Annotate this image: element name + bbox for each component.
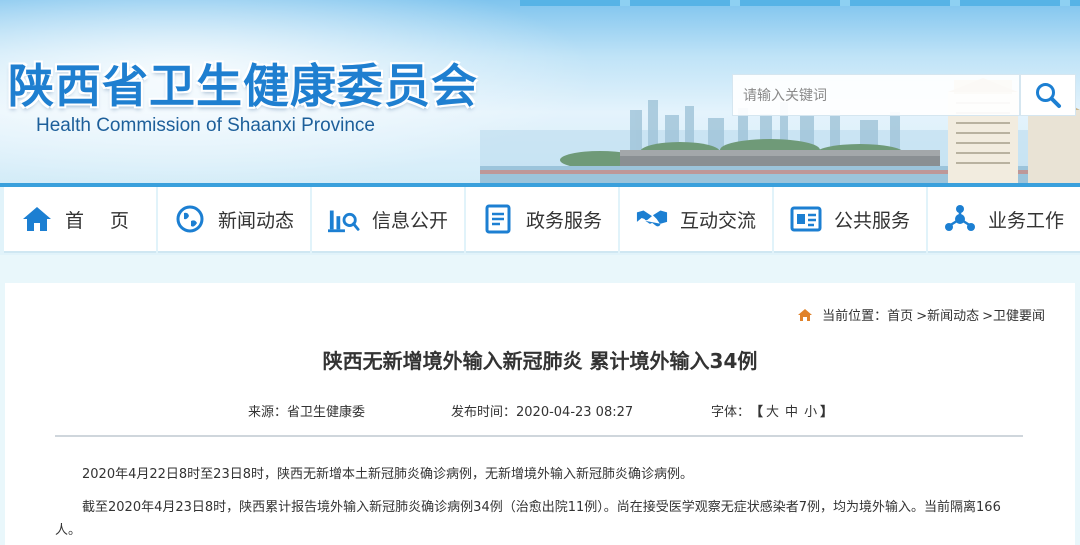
article-publish-time: 发布时间：2020-04-23 08:27 (451, 405, 634, 420)
nav-item-business-work[interactable]: 业务工作 (928, 187, 1080, 253)
nav-label: 互动交流 (679, 209, 756, 232)
breadcrumb: 当前位置： 首页 >新闻动态 >卫健要闻 (798, 305, 1045, 324)
font-size-controls: 字体： 【 大 中 小 】 (711, 401, 833, 420)
id-card-icon (790, 203, 822, 235)
nav-item-news[interactable]: 新闻动态 (158, 187, 310, 253)
nav-item-government-services[interactable]: 政务服务 (466, 187, 618, 253)
nav-item-info-disclosure[interactable]: 信息公开 (312, 187, 464, 253)
search-icon (1036, 83, 1061, 108)
font-size-large-button[interactable]: 大 (766, 401, 779, 420)
breadcrumb-home-link[interactable]: 首页 (887, 305, 913, 324)
title-divider (55, 435, 1023, 437)
breadcrumb-prefix: 当前位置： (822, 309, 888, 324)
home-small-icon (798, 308, 813, 321)
nav-label: 首 页 (64, 209, 140, 232)
font-size-bracket-close: 】 (820, 405, 834, 420)
chart-search-icon (327, 203, 360, 235)
document-icon (482, 203, 514, 235)
home-icon (21, 203, 53, 235)
font-size-bracket-open: 【 (750, 405, 764, 420)
font-size-small-button[interactable]: 小 (804, 401, 817, 420)
search-button[interactable] (1020, 74, 1076, 116)
article-source: 来源：省卫生健康委 (248, 405, 366, 420)
banner-top-stripe (520, 0, 1080, 6)
article-panel: 当前位置： 首页 >新闻动态 >卫健要闻 陕西无新增境外输入新冠肺炎 累计境外输… (5, 283, 1075, 545)
search-box (732, 74, 1020, 117)
network-icon (944, 203, 976, 235)
nav-item-public-services[interactable]: 公共服务 (774, 187, 926, 253)
nav-item-home[interactable]: 首 页 (4, 187, 156, 253)
article-paragraph: 2020年4月22日8时至23日8时，陕西无新增本土新冠肺炎确诊病例，无新增境外… (82, 467, 693, 482)
nav-label: 信息公开 (371, 209, 448, 232)
header-banner: 陕西省卫生健康委员会 Health Commission of Shaanxi … (0, 0, 1080, 187)
font-size-label: 字体： (711, 405, 751, 420)
breadcrumb-current-link[interactable]: >卫健要闻 (982, 305, 1045, 324)
nav-label: 业务工作 (987, 209, 1064, 232)
nav-item-interaction[interactable]: 互动交流 (620, 187, 772, 253)
nav-label: 政务服务 (525, 209, 602, 232)
handshake-icon (636, 203, 668, 235)
nav-label: 新闻动态 (217, 209, 294, 232)
article-title: 陕西无新增境外输入新冠肺炎 累计境外输入34例 (322, 349, 758, 373)
nav-label: 公共服务 (833, 209, 910, 232)
font-size-medium-button[interactable]: 中 (785, 401, 798, 420)
site-title: 陕西省卫生健康委员会 (8, 59, 478, 113)
article-paragraph: 截至2020年4月23日8时，陕西累计报告境外输入新冠肺炎确诊病例34例（治愈出… (55, 500, 1001, 538)
globe-icon (174, 203, 206, 235)
main-nav: 首 页 新闻动态 信息公开 政务服务 互动交流 公共服务 业务工作 (0, 187, 1080, 255)
search-input[interactable] (733, 75, 1015, 117)
site-subtitle: Health Commission of Shaanxi Province (36, 115, 375, 136)
breadcrumb-news-link[interactable]: >新闻动态 (916, 305, 979, 324)
